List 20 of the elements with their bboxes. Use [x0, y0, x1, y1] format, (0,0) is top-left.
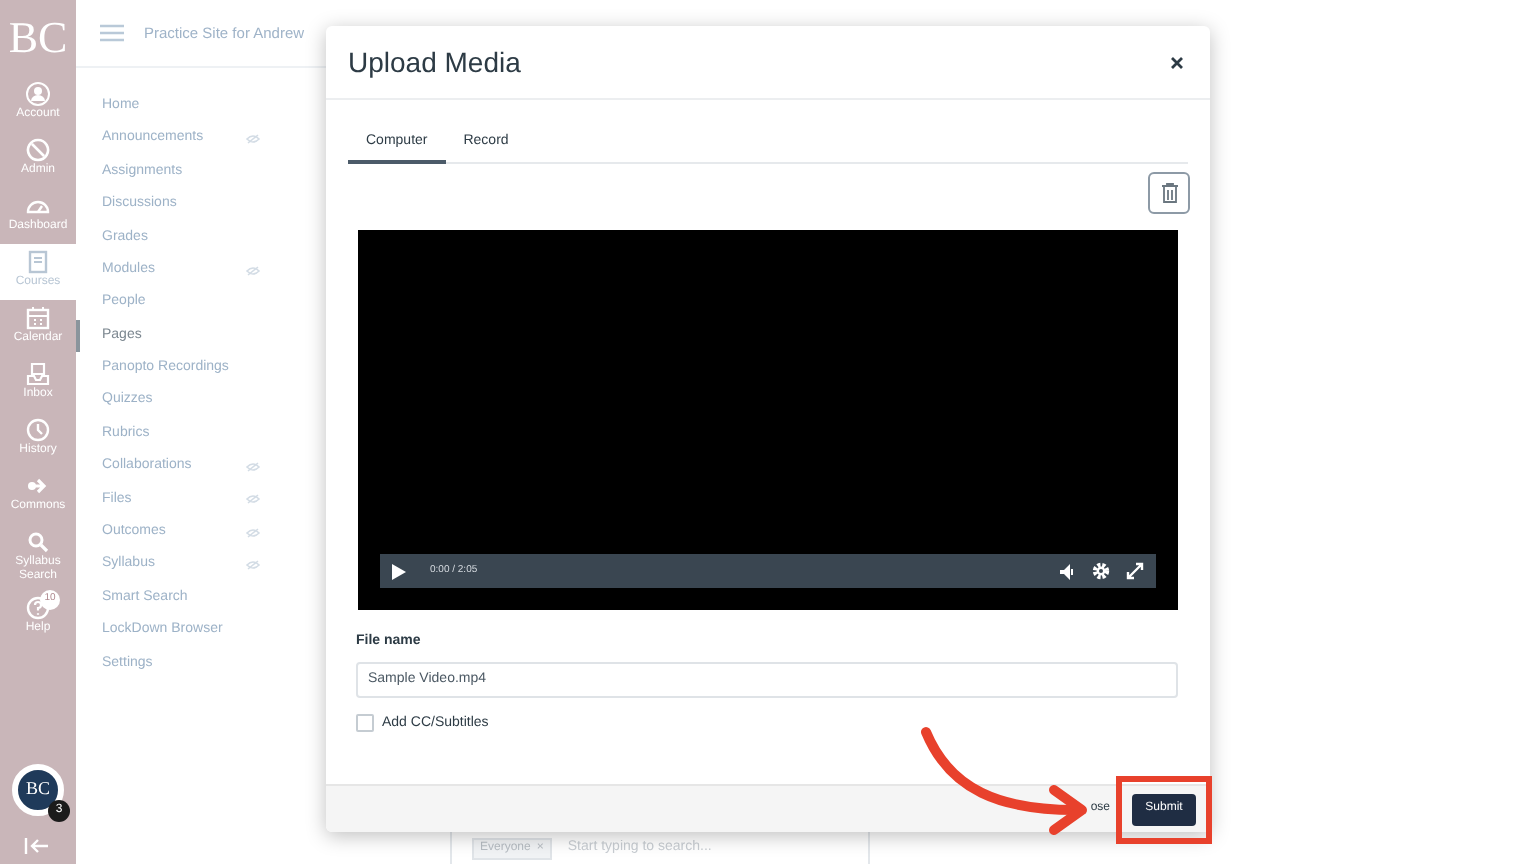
search-icon: [26, 530, 50, 554]
fullscreen-icon[interactable]: [1126, 562, 1144, 580]
logo[interactable]: BC: [0, 0, 76, 76]
help-icon: [26, 596, 50, 620]
volume-icon[interactable]: [1060, 563, 1076, 579]
arrow-icon: [26, 474, 50, 498]
trash-icon: [1159, 182, 1179, 204]
book-icon: [26, 250, 50, 274]
close-icon[interactable]: [1170, 55, 1184, 69]
play-icon[interactable]: [392, 563, 406, 579]
settings-icon[interactable]: [1092, 562, 1110, 580]
clock-icon: [26, 418, 50, 442]
subtitles-checkbox[interactable]: [356, 714, 374, 733]
inbox-icon: [26, 362, 50, 386]
user-icon: [26, 82, 50, 106]
highlight-box: [1116, 776, 1212, 844]
calendar-icon: [26, 306, 50, 330]
shield-icon: [26, 138, 50, 162]
delete-button[interactable]: [1148, 172, 1190, 214]
dialog-title: Upload Media: [348, 43, 521, 82]
